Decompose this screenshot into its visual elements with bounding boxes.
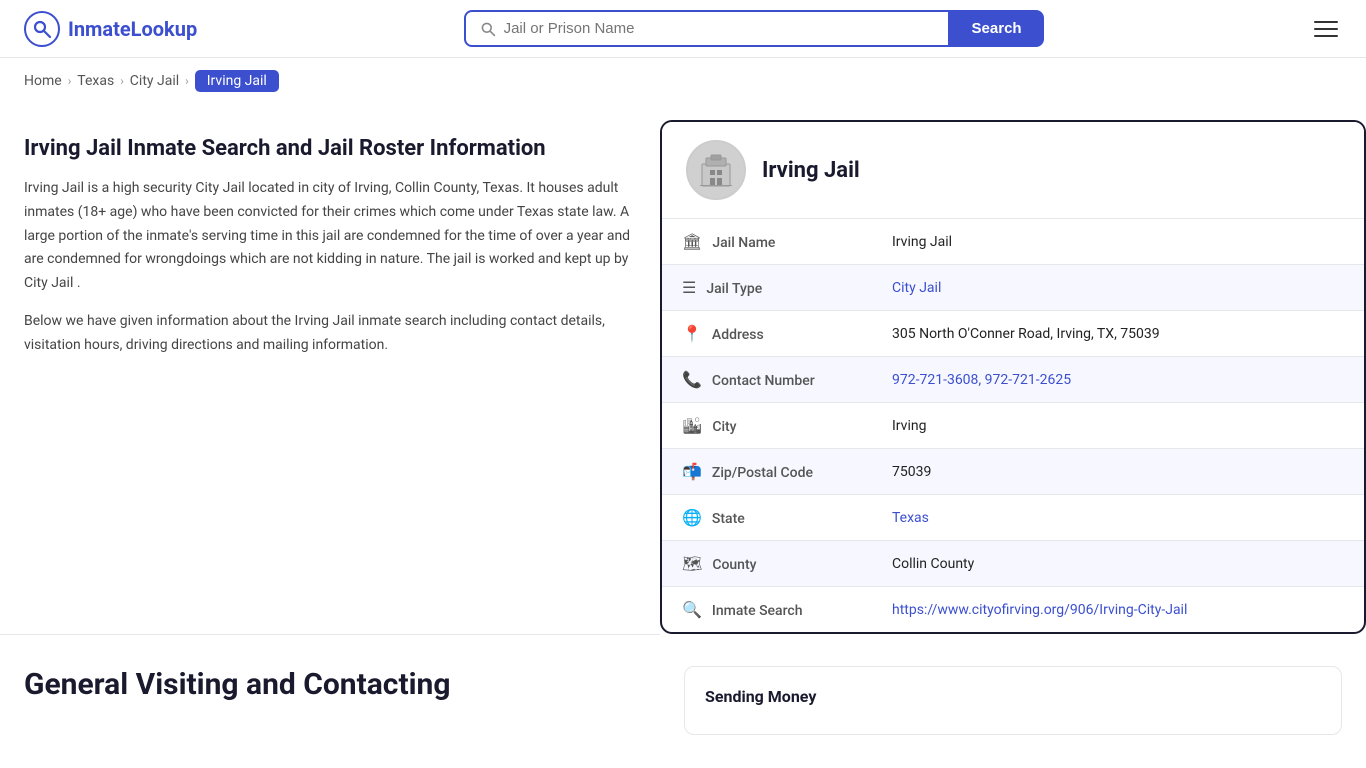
- search-input[interactable]: [504, 20, 934, 37]
- breadcrumb-city-jail[interactable]: City Jail: [130, 73, 179, 89]
- page-title: Irving Jail Inmate Search and Jail Roste…: [24, 136, 636, 161]
- table-label-cell: 🏙 City: [662, 403, 872, 449]
- bottom-row: General Visiting and Contacting Sending …: [0, 634, 1366, 751]
- breadcrumb: Home › Texas › City Jail › Irving Jail: [0, 58, 1366, 104]
- card-avatar: [686, 140, 746, 200]
- row-label: State: [712, 511, 745, 527]
- row-label: Contact Number: [712, 373, 815, 389]
- main-content: Irving Jail Inmate Search and Jail Roste…: [0, 104, 1366, 634]
- table-label-cell: 🏛 Jail Name: [662, 219, 872, 265]
- table-row: ☰ Jail Type City Jail: [662, 265, 1364, 311]
- info-table: 🏛 Jail Name Irving Jail ☰ Jail Type City Jail…: [662, 219, 1364, 632]
- table-label-cell: 📞 Contact Number: [662, 357, 872, 403]
- row-icon: 🏛: [682, 232, 702, 251]
- row-icon: 🏙: [682, 416, 702, 435]
- search-icon: [480, 21, 496, 37]
- table-row: 🏙 City Irving: [662, 403, 1364, 449]
- table-row: 🗺 County Collin County: [662, 541, 1364, 587]
- row-label: Jail Name: [712, 235, 775, 251]
- page-desc-1: Irving Jail is a high security City Jail…: [24, 177, 636, 296]
- row-icon: 🗺: [682, 554, 702, 573]
- bottom-section: General Visiting and Contacting: [0, 634, 660, 718]
- breadcrumb-home[interactable]: Home: [24, 73, 62, 89]
- bottom-right: Sending Money: [684, 634, 1366, 751]
- breadcrumb-sep-2: ›: [120, 74, 124, 88]
- table-row: 🌐 State Texas: [662, 495, 1364, 541]
- row-label: Inmate Search: [712, 603, 803, 619]
- table-value-cell[interactable]: City Jail: [872, 265, 1364, 311]
- breadcrumb-active: Irving Jail: [195, 70, 279, 92]
- table-value-cell[interactable]: 972-721-3608, 972-721-2625: [872, 357, 1364, 403]
- search-bar: Search: [464, 10, 1044, 47]
- logo-icon: [24, 11, 60, 47]
- building-icon: [696, 150, 736, 190]
- row-icon: 📬: [682, 462, 702, 481]
- table-label-cell: 📬 Zip/Postal Code: [662, 449, 872, 495]
- table-row: 🔍 Inmate Search https://www.cityofirving.o…: [662, 587, 1364, 633]
- row-icon: 📍: [682, 324, 702, 343]
- row-label: Address: [712, 327, 764, 343]
- bottom-left: General Visiting and Contacting: [0, 634, 660, 751]
- table-row: 📞 Contact Number 972-721-3608, 972-721-262…: [662, 357, 1364, 403]
- table-row: 📬 Zip/Postal Code 75039: [662, 449, 1364, 495]
- table-value-cell: 305 North O'Conner Road, Irving, TX, 750…: [872, 311, 1364, 357]
- table-value-link[interactable]: https://www.cityofirving.org/906/Irving-…: [892, 602, 1187, 618]
- table-label-cell: 🔍 Inmate Search: [662, 587, 872, 633]
- hamburger-menu[interactable]: [1310, 17, 1342, 41]
- row-icon: ☰: [682, 278, 696, 297]
- row-label: Zip/Postal Code: [712, 465, 813, 481]
- left-panel: Irving Jail Inmate Search and Jail Roste…: [0, 104, 660, 634]
- right-panel: Irving Jail 🏛 Jail Name Irving Jail ☰ Jail T…: [660, 104, 1366, 634]
- table-value-cell[interactable]: https://www.cityofirving.org/906/Irving-…: [872, 587, 1364, 633]
- header: InmateLookup Search: [0, 0, 1366, 58]
- table-value-link[interactable]: City Jail: [892, 280, 941, 296]
- table-row: 📍 Address 305 North O'Conner Road, Irving,…: [662, 311, 1364, 357]
- row-label: Jail Type: [706, 281, 762, 297]
- row-icon: 🌐: [682, 508, 702, 527]
- table-label-cell: ☰ Jail Type: [662, 265, 872, 311]
- search-input-wrap: [464, 10, 950, 47]
- page-desc-2: Below we have given information about th…: [24, 310, 636, 358]
- sending-money-title: Sending Money: [705, 687, 1321, 706]
- info-card: Irving Jail 🏛 Jail Name Irving Jail ☰ Jail T…: [660, 120, 1366, 634]
- logo-link[interactable]: InmateLookup: [24, 11, 197, 47]
- row-icon: 🔍: [682, 600, 702, 619]
- card-header: Irving Jail: [662, 122, 1364, 219]
- row-label: City: [712, 419, 736, 435]
- breadcrumb-texas[interactable]: Texas: [77, 73, 114, 89]
- breadcrumb-sep-3: ›: [185, 74, 189, 88]
- table-value-cell: Irving: [872, 403, 1364, 449]
- table-label-cell: 🌐 State: [662, 495, 872, 541]
- row-icon: 📞: [682, 370, 702, 389]
- breadcrumb-sep-1: ›: [68, 74, 72, 88]
- table-label-cell: 🗺 County: [662, 541, 872, 587]
- search-button[interactable]: Search: [950, 10, 1044, 47]
- table-value-cell: 75039: [872, 449, 1364, 495]
- table-row: 🏛 Jail Name Irving Jail: [662, 219, 1364, 265]
- table-value-cell[interactable]: Texas: [872, 495, 1364, 541]
- sending-money-card: Sending Money: [684, 666, 1342, 735]
- table-value-link[interactable]: 972-721-3608, 972-721-2625: [892, 372, 1071, 388]
- bottom-title: General Visiting and Contacting: [24, 667, 636, 702]
- table-value-cell: Collin County: [872, 541, 1364, 587]
- table-label-cell: 📍 Address: [662, 311, 872, 357]
- card-title: Irving Jail: [762, 158, 860, 183]
- table-value-cell: Irving Jail: [872, 219, 1364, 265]
- logo-text: InmateLookup: [68, 17, 197, 41]
- row-label: County: [712, 557, 756, 573]
- table-value-link[interactable]: Texas: [892, 510, 929, 526]
